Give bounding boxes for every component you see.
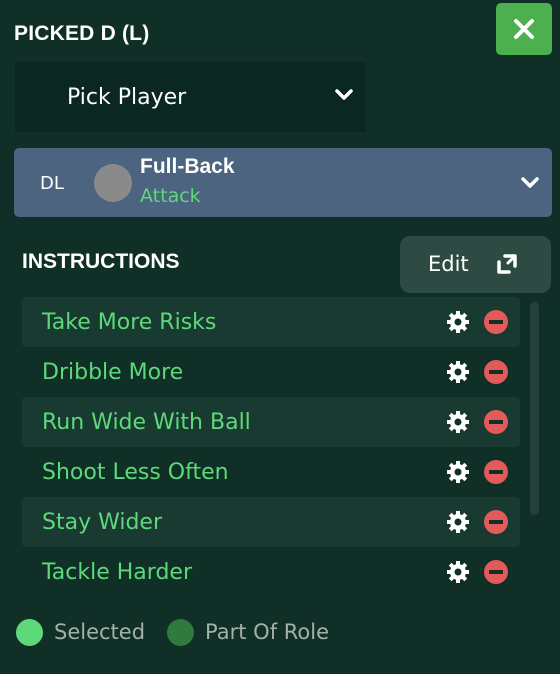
list-item: Stay Wider (22, 497, 520, 547)
position-label: DL (40, 173, 64, 194)
expand-icon (497, 254, 517, 274)
gear-icon[interactable] (446, 510, 470, 534)
legend-selected-label: Selected (54, 620, 146, 644)
gear-icon[interactable] (446, 410, 470, 434)
list-item: Shoot Less Often (22, 447, 520, 497)
legend: Selected Part Of Role (16, 617, 329, 647)
remove-icon[interactable] (484, 460, 508, 484)
instruction-label: Run Wide With Ball (42, 409, 251, 435)
legend-part-of-role: Part Of Role (167, 618, 330, 646)
list-item: Take More Risks (22, 297, 520, 347)
role-selector[interactable]: DL Full-Back Attack (14, 148, 552, 217)
part-of-role-color-dot (167, 618, 195, 646)
remove-icon[interactable] (484, 560, 508, 584)
remove-icon[interactable] (484, 360, 508, 384)
gear-icon[interactable] (446, 360, 470, 384)
instructions-scrollbar[interactable] (530, 302, 539, 515)
edit-label: Edit (428, 252, 469, 276)
role-name: Full-Back (140, 155, 235, 178)
gear-icon[interactable] (446, 560, 470, 584)
list-item: Run Wide With Ball (22, 397, 520, 447)
chevron-down-icon (521, 177, 539, 188)
pick-player-dropdown[interactable]: Pick Player (15, 62, 366, 132)
player-avatar (94, 164, 132, 202)
remove-icon[interactable] (484, 410, 508, 434)
instruction-label: Dribble More (42, 359, 184, 385)
remove-icon[interactable] (484, 310, 508, 334)
gear-icon[interactable] (446, 310, 470, 334)
role-duty: Attack (140, 185, 201, 207)
instruction-label: Stay Wider (42, 509, 163, 535)
instruction-label: Take More Risks (42, 309, 217, 335)
list-item: Dribble More (22, 347, 520, 397)
remove-icon[interactable] (484, 510, 508, 534)
gear-icon[interactable] (446, 460, 470, 484)
close-button[interactable] (496, 3, 552, 55)
legend-selected: Selected (16, 618, 146, 646)
instruction-label: Tackle Harder (42, 559, 192, 585)
panel-title: PICKED D (L) (14, 22, 150, 45)
pick-player-label: Pick Player (67, 84, 187, 110)
chevron-down-icon (335, 89, 353, 100)
instruction-label: Shoot Less Often (42, 459, 229, 485)
close-icon (514, 19, 534, 39)
legend-part-of-role-label: Part Of Role (205, 620, 330, 644)
edit-button[interactable]: Edit (400, 236, 551, 293)
selected-color-dot (16, 618, 43, 646)
list-item: Tackle Harder (22, 547, 520, 597)
instructions-title: INSTRUCTIONS (22, 250, 180, 273)
instructions-list: Take More Risks Dribble More Run Wide Wi… (22, 297, 520, 597)
